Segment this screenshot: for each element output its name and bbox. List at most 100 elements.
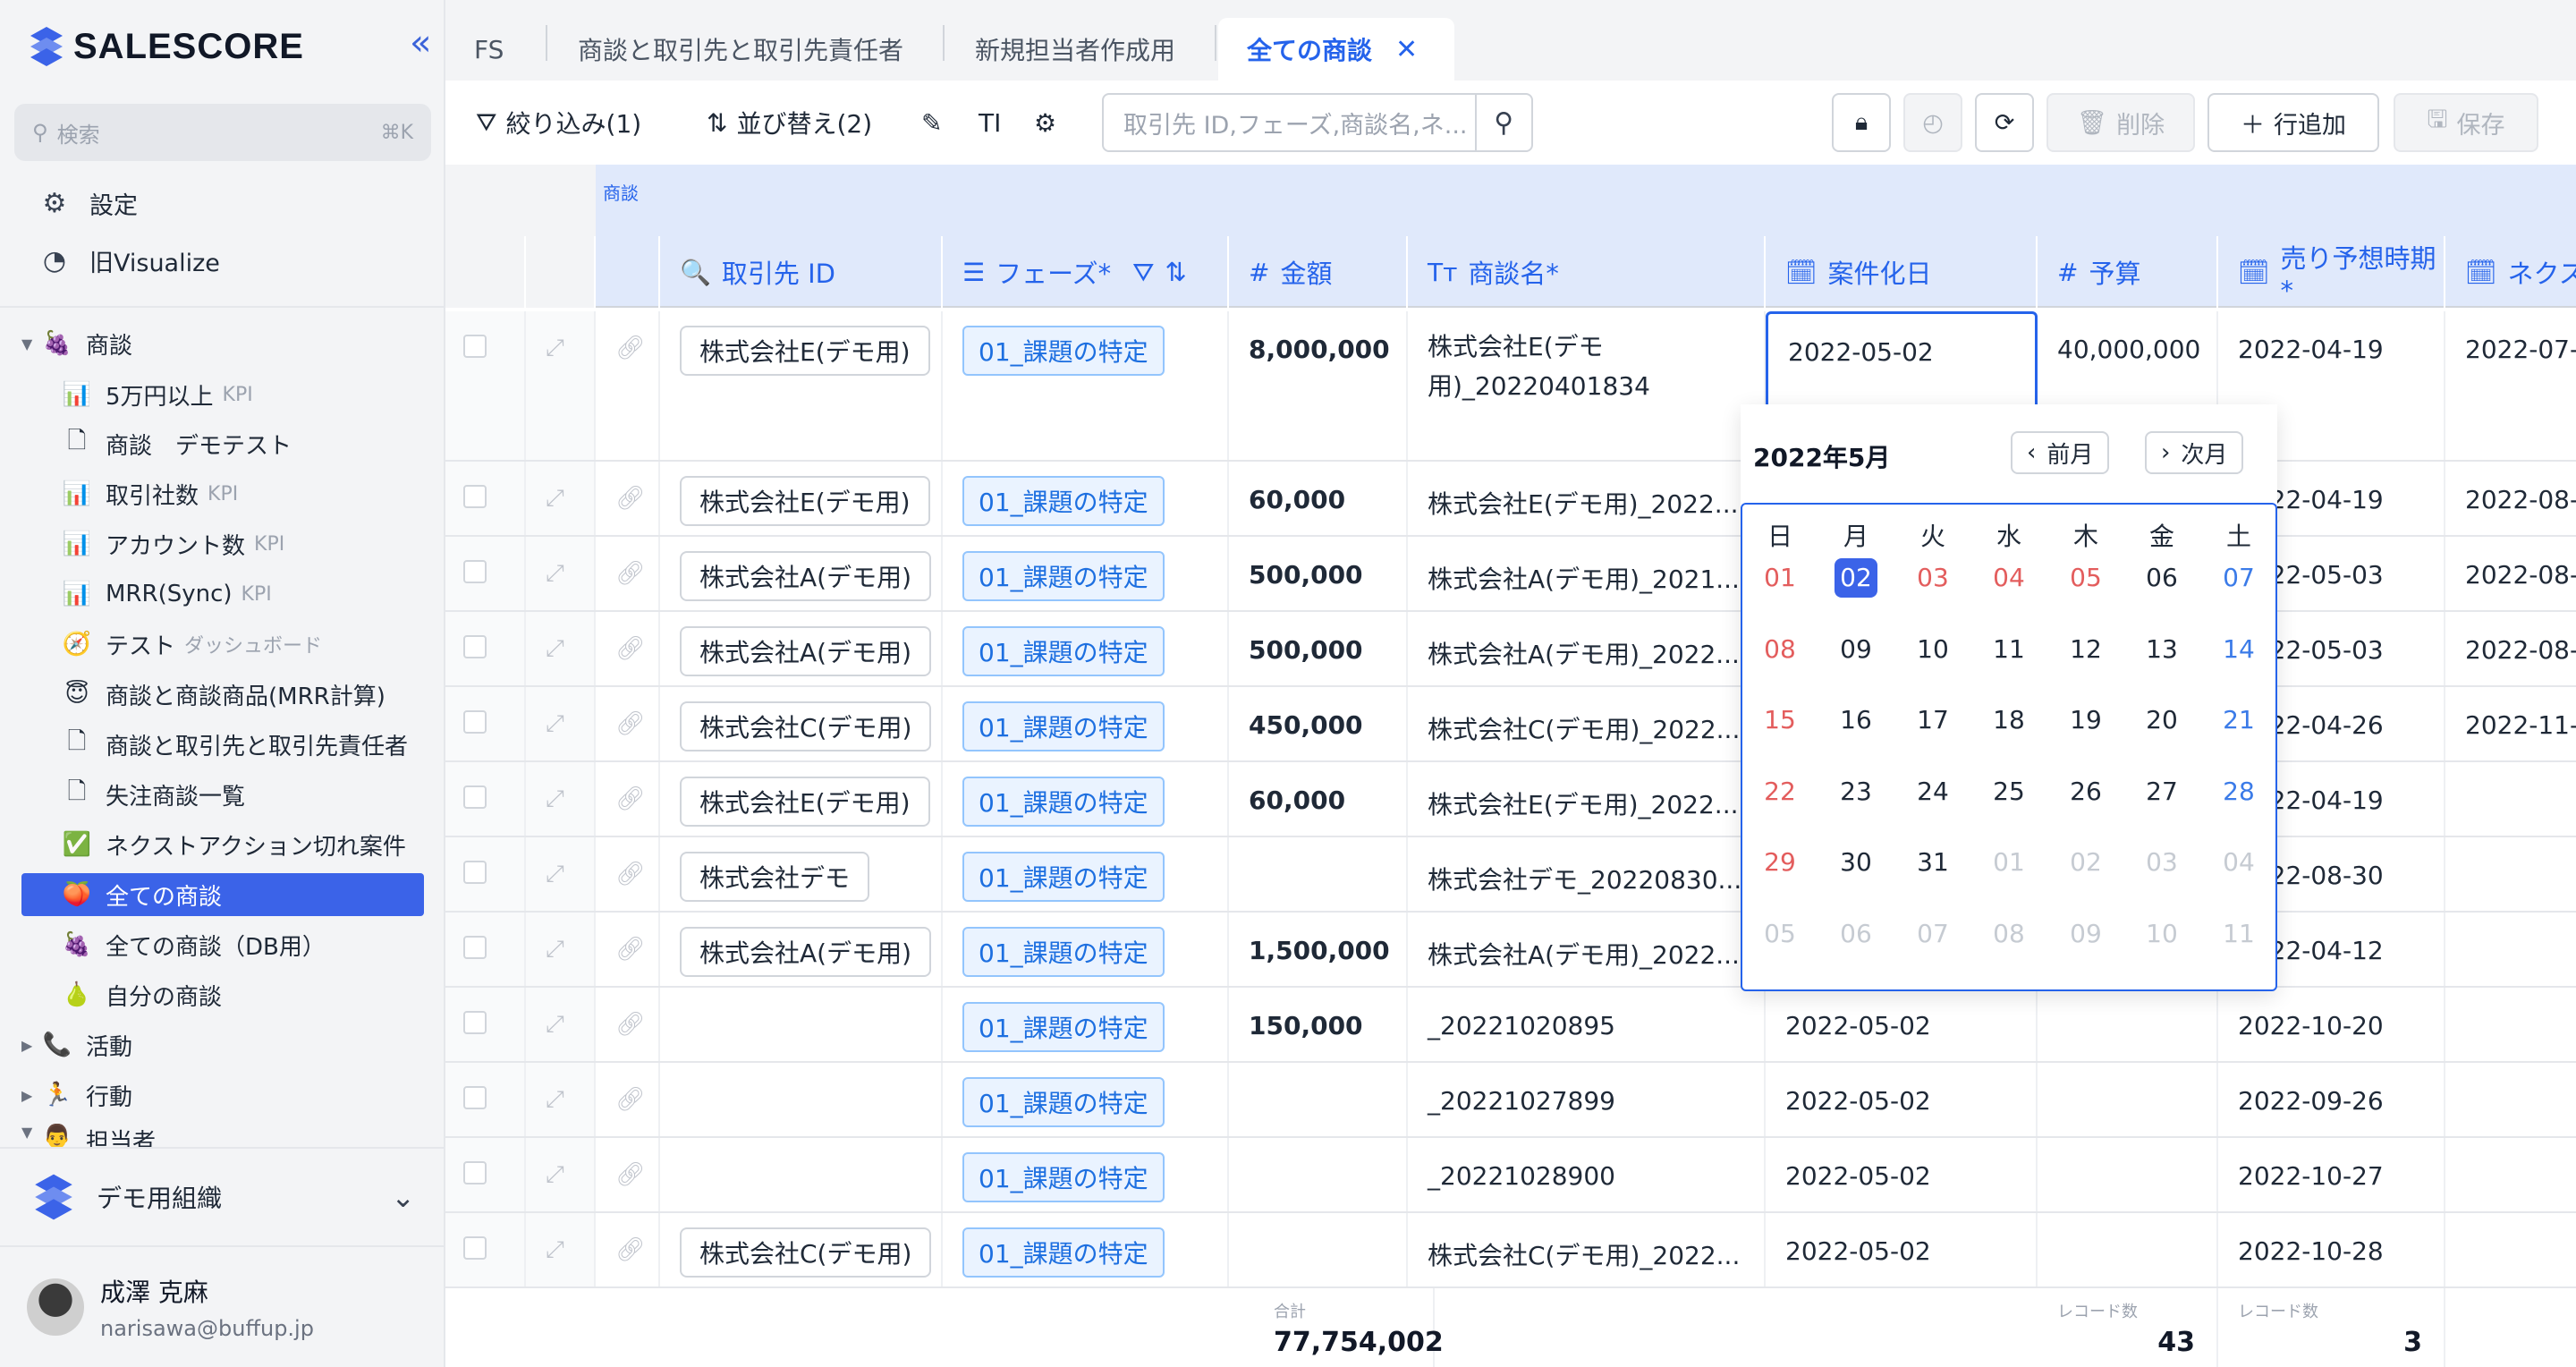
sidebar-item[interactable]: 📊 取引社数 KPI (59, 472, 424, 515)
row-checkbox[interactable] (463, 861, 487, 884)
caret-icon[interactable]: ▶ (21, 1087, 39, 1104)
toolbar-search[interactable]: 取引先 ID,フェーズ,商談名,ネ... ⚲ (1102, 93, 1533, 152)
table-cell-amount[interactable]: 1,500,000 (1229, 913, 1408, 986)
calendar-day[interactable]: 13 (2140, 630, 2183, 669)
sidebar-item[interactable]: 📊 5万円以上 KPI (59, 373, 424, 416)
table-cell-phase[interactable]: 01_課題の特定 (943, 913, 1229, 986)
expand-icon[interactable]: ⤢ (546, 560, 564, 588)
calendar-day[interactable]: 24 (1911, 772, 1954, 811)
column-filter-icon[interactable]: ⛛ (1132, 257, 1154, 288)
calendar-day[interactable]: 18 (1987, 700, 2030, 740)
settings-button[interactable]: ⚙ (1034, 102, 1056, 143)
table-cell-name[interactable]: 株式会社E(デモ用)_2022... (1408, 762, 1766, 836)
next-month-button[interactable]: › 次月 (2145, 431, 2244, 474)
filter-button[interactable]: ⛛ 絞り込み(1) (476, 102, 641, 143)
calendar-day[interactable]: 08 (1987, 914, 2030, 954)
calendar-day[interactable]: 16 (1835, 700, 1877, 740)
expand-icon[interactable]: ⤢ (546, 1236, 564, 1264)
tab-all-deals[interactable]: 全ての商談 ✕ (1218, 18, 1454, 81)
tab-deals-accounts-contacts[interactable]: 商談と取引先と取引先責任者 (578, 18, 903, 81)
phase-tag[interactable]: 01_課題の特定 (962, 701, 1165, 751)
table-cell-account[interactable] (660, 1138, 943, 1211)
calendar-day[interactable]: 26 (2064, 772, 2107, 811)
row-checkbox[interactable] (463, 635, 487, 658)
table-cell-phase[interactable]: 01_課題の特定 (943, 1213, 1229, 1286)
table-cell-next[interactable] (2445, 762, 2576, 836)
calendar-day[interactable]: 15 (1758, 700, 1801, 740)
link-icon[interactable]: 🔗︎ (615, 635, 645, 662)
sidebar-item[interactable]: 🗋 商談と取引先と取引先責任者 (59, 723, 424, 766)
table-cell-amount[interactable]: 8,000,000 (1229, 311, 1408, 460)
table-row[interactable]: ⤢ 🔗︎ 01_課題の特定 _20221027899 2022-05-02 2022-09… (445, 1063, 2576, 1138)
table-cell-budget[interactable] (2038, 1063, 2218, 1136)
table-cell-name[interactable]: _20221027899 (1408, 1063, 1766, 1136)
table-cell-account[interactable]: 株式会社E(デモ用) (660, 762, 943, 836)
table-cell-account[interactable] (660, 988, 943, 1061)
sidebar-item[interactable]: ✅ ネクストアクション切れ案件 (59, 823, 424, 866)
tab-fs[interactable]: FS (474, 18, 504, 81)
sidebar-item[interactable]: ▼ 👨 担当者 (21, 1124, 424, 1147)
table-cell-next[interactable]: 2022-08- (2445, 612, 2576, 685)
column-header[interactable]: # 金額 (1229, 236, 1408, 308)
calendar-day[interactable]: 14 (2217, 630, 2260, 669)
sidebar-item[interactable]: 🗋 失注商談一覧 (59, 773, 424, 816)
table-cell-amount[interactable]: 500,000 (1229, 537, 1408, 610)
table-cell-amount[interactable]: 150,000 (1229, 988, 1408, 1061)
caret-icon[interactable]: ▶ (21, 1037, 39, 1054)
sidebar-item[interactable]: 🧭 テスト ダッシュボード (59, 623, 424, 666)
table-cell-forecast[interactable]: 2022-10-20 (2218, 988, 2445, 1061)
phase-tag[interactable]: 01_課題の特定 (962, 626, 1165, 676)
sidebar-search-input[interactable]: ⚲ 検索 ⌘K (14, 104, 431, 161)
caret-icon[interactable]: ▼ (21, 335, 39, 352)
table-cell-account[interactable]: 株式会社A(デモ用) (660, 612, 943, 685)
table-cell-amount[interactable] (1229, 1213, 1408, 1286)
phase-tag[interactable]: 01_課題の特定 (962, 927, 1165, 977)
calendar-day[interactable]: 17 (1911, 700, 1954, 740)
column-header[interactable]: 🗓 案件化日 (1766, 236, 2038, 308)
column-header[interactable]: ☰ フェーズ* ⛛ ⇅ (943, 236, 1229, 308)
sidebar-item[interactable]: 🍐 自分の商談 (59, 973, 424, 1016)
table-cell-forecast[interactable]: 2022-09-26 (2218, 1063, 2445, 1136)
expand-icon[interactable]: ⤢ (546, 335, 564, 362)
calendar-day[interactable]: 05 (2064, 558, 2107, 598)
collapse-sidebar-icon[interactable]: « (410, 25, 431, 61)
calendar-day[interactable]: 03 (2140, 843, 2183, 882)
sidebar-item[interactable]: 🍑 全ての商談 (21, 873, 424, 916)
link-icon[interactable]: 🔗︎ (615, 335, 645, 361)
row-checkbox[interactable] (463, 785, 487, 809)
row-checkbox[interactable] (463, 710, 487, 734)
table-cell-next[interactable] (2445, 988, 2576, 1061)
calendar-day[interactable]: 10 (1911, 630, 1954, 669)
table-cell-next[interactable]: 2022-07- (2445, 311, 2576, 460)
calendar-day[interactable]: 02 (1835, 558, 1877, 598)
calendar-day[interactable]: 30 (1835, 843, 1877, 882)
add-row-button[interactable]: ＋ 行追加 (2207, 93, 2379, 152)
row-checkbox[interactable] (463, 1161, 487, 1184)
table-cell-name[interactable]: _20221020895 (1408, 988, 1766, 1061)
table-cell-date[interactable]: 2022-05-02 (1766, 1063, 2038, 1136)
phase-tag[interactable]: 01_課題の特定 (962, 1152, 1165, 1202)
calendar-day[interactable]: 06 (2140, 558, 2183, 598)
prev-month-button[interactable]: ‹ 前月 (2011, 431, 2110, 474)
expand-icon[interactable]: ⤢ (546, 1161, 564, 1189)
account-chip[interactable]: 株式会社E(デモ用) (680, 476, 930, 526)
table-cell-next[interactable]: 2022-08- (2445, 537, 2576, 610)
table-cell-name[interactable]: 株式会社C(デモ用)_2022... (1408, 1213, 1766, 1286)
table-cell-date[interactable]: 2022-05-02 (1766, 1213, 2038, 1286)
table-cell-amount[interactable]: 60,000 (1229, 462, 1408, 535)
calendar-day[interactable]: 01 (1987, 843, 2030, 882)
table-cell-account[interactable]: 株式会社E(デモ用) (660, 311, 943, 460)
calendar-day[interactable]: 21 (2217, 700, 2260, 740)
sidebar-item[interactable]: ▼ 🍇 商談 (21, 322, 424, 365)
table-cell-amount[interactable]: 500,000 (1229, 612, 1408, 685)
table-cell-phase[interactable]: 01_課題の特定 (943, 1138, 1229, 1211)
calendar-day[interactable]: 28 (2217, 772, 2260, 811)
table-cell-name[interactable]: 株式会社C(デモ用)_2022... (1408, 687, 1766, 760)
expand-icon[interactable]: ⤢ (546, 861, 564, 888)
table-cell-account[interactable]: 株式会社A(デモ用) (660, 537, 943, 610)
calendar-day[interactable]: 29 (1758, 843, 1801, 882)
row-checkbox[interactable] (463, 485, 487, 508)
table-cell-name[interactable]: 株式会社E(デモ用)_2022... (1408, 462, 1766, 535)
table-cell-name[interactable]: _20221028900 (1408, 1138, 1766, 1211)
refresh-button[interactable]: ⟳ (1975, 93, 2034, 152)
